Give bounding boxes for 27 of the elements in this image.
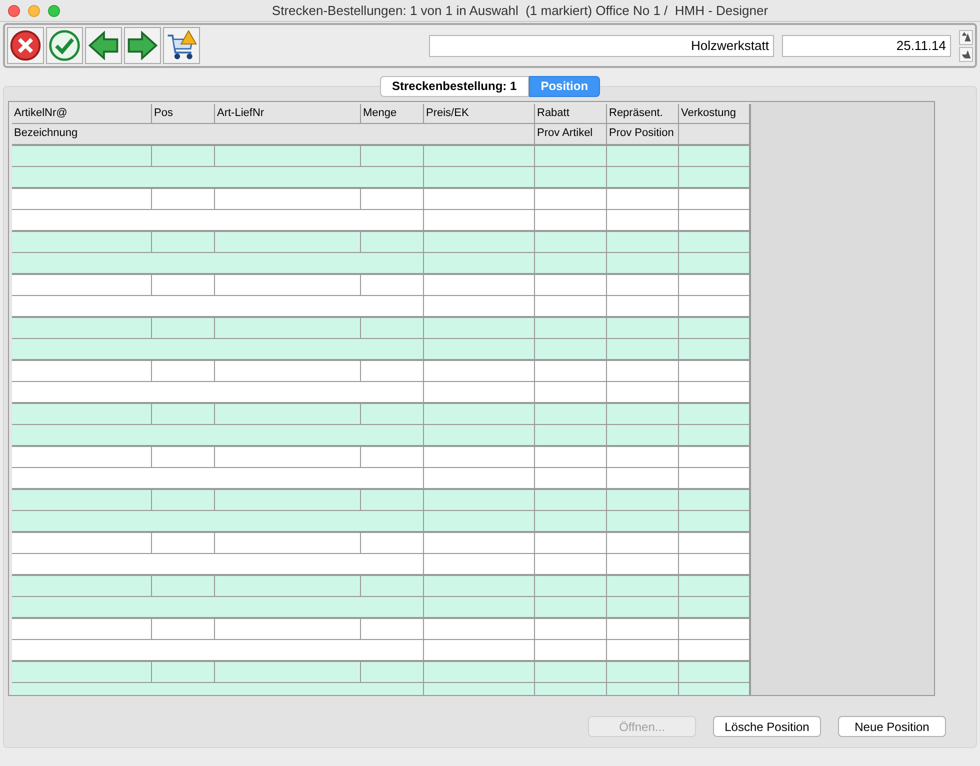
column-header: ArtikelNr@ xyxy=(12,104,152,124)
font-smaller-icon[interactable] xyxy=(959,46,973,62)
column-header: Prov Artikel xyxy=(535,124,607,146)
column-header: Rabatt xyxy=(535,104,607,124)
input-field[interactable]: Holzwerkstatt xyxy=(429,34,774,56)
column-header: Bezeichnung xyxy=(12,124,535,146)
column-header: Preis/EK xyxy=(424,104,535,124)
font-larger-icon[interactable] xyxy=(959,30,973,44)
column-header: Verkostung xyxy=(679,104,750,124)
cart-warning-icon[interactable] xyxy=(163,27,200,64)
tab[interactable]: Streckenbestellung: 1 xyxy=(380,76,529,97)
arrow-right-icon[interactable] xyxy=(124,27,161,64)
action-button[interactable]: Lösche Position xyxy=(713,716,821,737)
close-button[interactable] xyxy=(8,4,20,16)
zoom-button[interactable] xyxy=(48,4,60,16)
action-button[interactable]: Neue Position xyxy=(838,716,946,737)
column-header: Prov Position xyxy=(607,124,679,146)
input-field[interactable]: 25.11.14 xyxy=(782,34,951,56)
cancel-icon[interactable] xyxy=(7,27,44,64)
arrow-left-icon[interactable] xyxy=(85,27,122,64)
window-title: Strecken-Bestellungen: 1 von 1 in Auswahl (1 markiert) Office No 1 / HMH - Designer xyxy=(272,2,768,20)
column-header: Repräsent. xyxy=(607,104,679,124)
column-header: Menge xyxy=(361,104,424,124)
column-header: Art-LiefNr xyxy=(215,104,361,124)
confirm-icon[interactable] xyxy=(46,27,83,64)
column-header: Pos xyxy=(152,104,215,124)
minimize-button[interactable] xyxy=(28,4,40,16)
